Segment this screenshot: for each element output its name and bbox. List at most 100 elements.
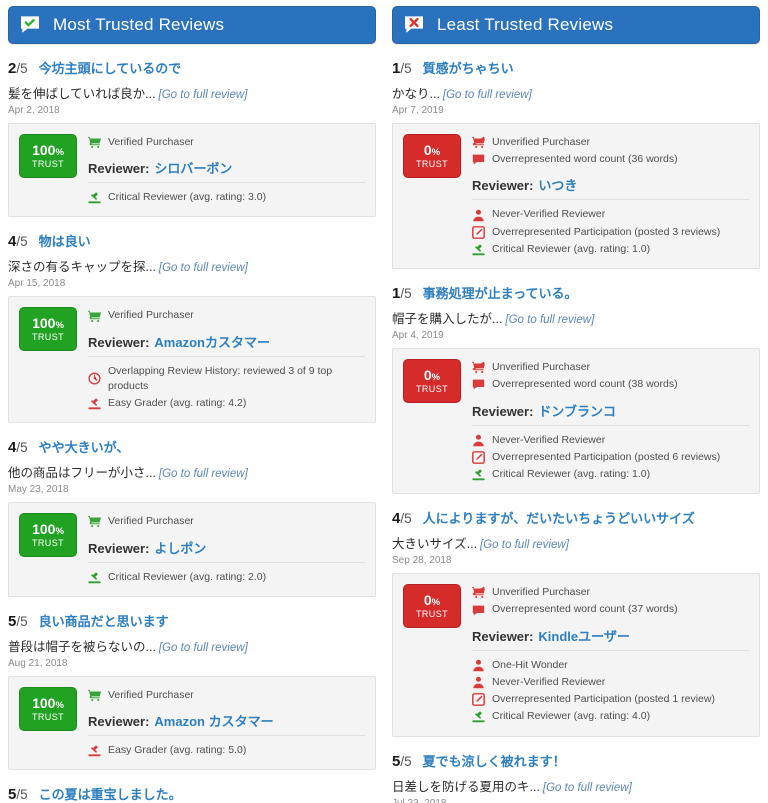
go-to-full-review-link[interactable]: [Go to full review] xyxy=(159,89,248,101)
go-to-full-review-link[interactable]: [Go to full review] xyxy=(159,468,248,480)
review-title-link[interactable]: 事務処理が止まっている。 xyxy=(423,283,578,302)
reviewer-name-link[interactable]: ドンブランコ xyxy=(538,404,616,419)
review-trust-page: Most Trusted Reviews 2/5 今坊主頭にしているので 髪を伸ばして… xyxy=(0,0,768,803)
trust-flag-text: Unverified Purchaser xyxy=(492,136,591,148)
trust-percent-value: 0 xyxy=(423,592,432,609)
cart-icon xyxy=(88,515,101,528)
trust-flag-text: Verified Purchaser xyxy=(108,309,194,322)
review-item: 5/5この夏は重宝しました。ふだん帽子はかぶらない...[Go to full … xyxy=(8,784,376,803)
trust-detail-body: Verified Purchaser Reviewer: Amazonカスタマー Ov… xyxy=(88,307,365,412)
review-head: 5/5 この夏は重宝しました。 xyxy=(8,784,376,803)
review-score-outof: /5 xyxy=(400,511,412,527)
reviewer-name-link[interactable]: Amazonカスタマー xyxy=(154,335,270,350)
review-item: 4/5 人によりますが、だいたいちょうどいいサイズ大きいサイズ... [Go to … xyxy=(392,508,760,737)
trust-flag-row: Verified Purchaser xyxy=(88,687,365,704)
trust-detail-card: 0% TRUST Unverified Purchaser Overrepresent… xyxy=(392,123,760,270)
person-icon xyxy=(472,209,485,222)
review-date: May 23, 2018 xyxy=(8,484,69,496)
speech-bubble-x-icon xyxy=(403,14,425,36)
review-title-link[interactable]: 人によりますが、だいたいちょうどいいサイズ xyxy=(423,508,695,527)
trust-flag-row: Verified Purchaser xyxy=(88,134,365,151)
trust-percent: 0% xyxy=(424,368,440,383)
review-title-link[interactable]: 今坊主頭にしているので xyxy=(39,58,182,77)
reviewer-line: Reviewer: シロバーボン xyxy=(88,154,365,184)
review-date: Aug 21, 2018 xyxy=(8,657,68,669)
cart-crossed-icon xyxy=(472,361,485,374)
review-rating: 1/5 xyxy=(392,285,412,302)
review-date: Apr 4, 2019 xyxy=(392,330,444,342)
review-title-link[interactable]: この夏は重宝しました。 xyxy=(39,784,182,803)
reviewer-label: Reviewer: xyxy=(88,713,150,729)
review-item: 2/5 今坊主頭にしているので 髪を伸ばしていれば良か... [Go to full … xyxy=(8,58,376,218)
review-title-link[interactable]: 質感がちゃちい xyxy=(423,58,514,77)
go-to-full-review-link[interactable]: [Go to full review] xyxy=(443,89,532,101)
trust-flag-row: Critical Reviewer (avg. rating: 1.0) xyxy=(472,466,749,483)
trust-percent-value: 100 xyxy=(32,694,56,711)
trust-label: TRUST xyxy=(416,384,448,395)
trust-flag-row: One-Hit Wonder xyxy=(472,657,749,674)
review-snippet-text: 大きいサイズ... xyxy=(392,537,478,552)
review-title-link[interactable]: やや大きいが、 xyxy=(39,437,130,456)
trust-percent: 100% xyxy=(32,522,64,537)
go-to-full-review-link[interactable]: [Go to full review] xyxy=(480,539,569,551)
trust-badge: 100% TRUST xyxy=(19,686,77,731)
go-to-full-review-link[interactable]: [Go to full review] xyxy=(159,262,248,274)
review-title-link[interactable]: 良い商品だと思います xyxy=(39,611,169,630)
review-snippet: 他の商品はフリーが小さ... [Go to full review] xyxy=(8,462,376,481)
reviewer-name-link[interactable]: Kindleユーザー xyxy=(538,629,629,644)
review-item: 1/5 質感がちゃちい かなり... [Go to full review] Apr 7… xyxy=(392,58,760,270)
go-to-full-review-link[interactable]: [Go to full review] xyxy=(505,314,594,326)
trust-flag-text: Easy Grader (avg. rating: 4.2) xyxy=(108,397,247,410)
trust-flag-text: Overrepresented word count (38 words) xyxy=(492,378,678,391)
trust-percent-value: 0 xyxy=(423,367,432,384)
review-item: 1/5 事務処理が止まっている。 帽子を購入したが... [Go to full re… xyxy=(392,283,760,495)
trust-badge: 100% TRUST xyxy=(19,134,77,178)
reviewer-name-link[interactable]: よしポン xyxy=(154,541,206,556)
trust-percent-unit: % xyxy=(55,526,64,538)
trust-flag-text: Critical Reviewer (avg. rating: 1.0) xyxy=(492,242,651,255)
trust-label: TRUST xyxy=(416,609,448,620)
trust-flag-row: Easy Grader (avg. rating: 5.0) xyxy=(88,742,365,759)
reviewer-name-link[interactable]: Amazon カスタマー xyxy=(154,714,273,729)
trust-percent: 100% xyxy=(32,316,64,331)
cart-icon xyxy=(88,310,101,323)
cart-crossed-icon xyxy=(472,586,485,599)
review-snippet: かなり... [Go to full review] xyxy=(392,83,760,102)
go-to-full-review-link[interactable]: [Go to full review] xyxy=(543,782,632,794)
trust-flag-row: Verified Purchaser xyxy=(88,307,365,324)
trust-flag-row: Never-Verified Reviewer xyxy=(472,206,749,223)
review-rating: 4/5 xyxy=(392,510,412,527)
trust-flag-row: Overrepresented word count (37 words) xyxy=(472,601,749,618)
review-rating: 4/5 xyxy=(8,439,28,456)
trust-percent-value: 100 xyxy=(32,315,56,332)
trust-label: TRUST xyxy=(32,711,64,722)
trust-flag-row: Overlapping Review History: reviewed 3 o… xyxy=(88,363,365,395)
trust-detail-body: Unverified Purchaser Overrepresented word… xyxy=(472,584,749,725)
trust-flag-list: Easy Grader (avg. rating: 5.0) xyxy=(88,740,365,759)
review-score-outof: /5 xyxy=(400,61,412,76)
trust-flag-row: Never-Verified Reviewer xyxy=(472,674,749,691)
trust-flag-row: Verified Purchaser xyxy=(88,513,365,530)
go-to-full-review-link[interactable]: [Go to full review] xyxy=(159,642,248,654)
trust-percent-unit: % xyxy=(55,699,64,711)
reviewer-line: Reviewer: いつき xyxy=(472,171,749,201)
trust-flag-row: Overrepresented word count (36 words) xyxy=(472,151,749,168)
reviewer-name-link[interactable]: シロバーボン xyxy=(154,161,232,176)
trust-badge: 0% TRUST xyxy=(403,359,461,404)
trust-flag-row: Overrepresented Participation (posted 1 … xyxy=(472,691,749,708)
review-title-link[interactable]: 物は良い xyxy=(39,231,91,250)
review-score-outof: /5 xyxy=(16,613,28,629)
trust-flag-list: Never-Verified Reviewer Overrepresented P… xyxy=(472,430,749,484)
panel-most-trusted: Most Trusted Reviews 2/5 今坊主頭にしているので 髪を伸ばして… xyxy=(0,0,384,803)
reviewer-name-link[interactable]: いつき xyxy=(538,178,577,193)
trust-badge: 100% TRUST xyxy=(19,513,77,558)
trust-detail-body: Unverified Purchaser Overrepresented word… xyxy=(472,359,749,483)
trust-label: TRUST xyxy=(32,538,64,549)
trust-flag-row: Unverified Purchaser xyxy=(472,584,749,601)
review-date: Sep 28, 2018 xyxy=(392,555,452,567)
review-head: 2/5 今坊主頭にしているので xyxy=(8,58,376,77)
review-title-link[interactable]: 夏でも涼しく被れます！ xyxy=(423,751,566,770)
speech-bubble-check-icon xyxy=(19,14,41,36)
review-rating: 4/5 xyxy=(8,233,28,250)
review-head: 4/5 物は良い xyxy=(8,231,376,250)
